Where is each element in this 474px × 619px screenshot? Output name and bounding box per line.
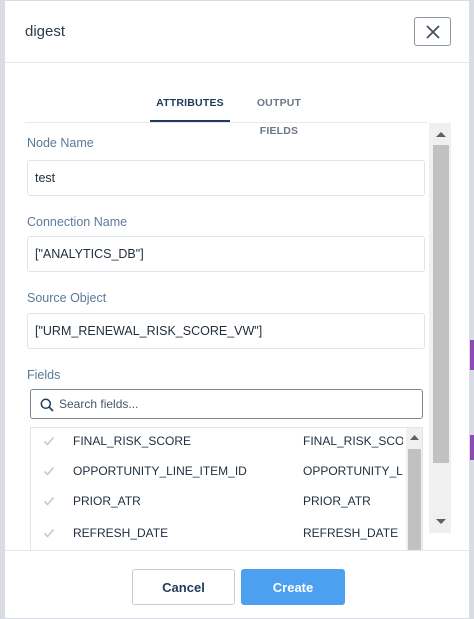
node-name-input[interactable]: test	[27, 160, 425, 196]
fields-label: Fields	[27, 368, 61, 382]
field-alias: PRIOR_ATR	[303, 494, 371, 508]
modal-footer: Cancel Create	[5, 550, 469, 619]
connection-name-input[interactable]: ["ANALYTICS_DB"]	[27, 236, 425, 272]
field-alias: FINAL_RISK_SCORE	[303, 434, 403, 448]
background-accent	[470, 340, 474, 370]
search-icon	[40, 398, 54, 412]
source-object-input[interactable]: ["URM_RENEWAL_RISK_SCORE_VW"]	[27, 313, 425, 349]
field-name: OPPORTUNITY_LINE_ITEM_ID	[73, 464, 247, 478]
check-icon[interactable]	[43, 495, 55, 507]
tab-output-fields[interactable]: OUTPUT FIELDS	[237, 89, 321, 137]
tab-bar: ATTRIBUTES OUTPUT FIELDS	[5, 89, 469, 137]
node-modal: digest ATTRIBUTES OUTPUT FIELDS Node Nam…	[4, 0, 470, 619]
background-accent	[470, 435, 474, 460]
scroll-down-arrow-icon[interactable]	[433, 516, 449, 528]
fields-search-box[interactable]	[30, 389, 423, 419]
create-button[interactable]: Create	[241, 569, 345, 605]
modal-header: digest	[5, 1, 469, 63]
form-scrollbar-thumb[interactable]	[433, 145, 449, 463]
close-icon	[425, 24, 440, 39]
form-scroll-area: Node Name test Connection Name ["ANALYTI…	[25, 123, 451, 551]
node-name-label: Node Name	[27, 136, 94, 150]
modal-title: digest	[25, 23, 66, 40]
check-icon[interactable]	[43, 465, 55, 477]
fields-search-input[interactable]	[59, 395, 409, 413]
field-name: PRIOR_ATR	[73, 494, 141, 508]
cancel-button[interactable]: Cancel	[132, 569, 235, 605]
field-row[interactable]: PRIOR_ATR PRIOR_ATR	[31, 488, 405, 518]
field-name: REFRESH_DATE	[73, 526, 169, 540]
background-edge-right	[470, 0, 474, 619]
field-row[interactable]: REFRESH_DATE REFRESH_DATE	[31, 520, 405, 550]
scroll-up-arrow-icon[interactable]	[433, 128, 449, 140]
scroll-up-arrow-icon[interactable]	[406, 430, 423, 444]
source-object-label: Source Object	[27, 291, 107, 305]
field-alias: REFRESH_DATE	[303, 526, 399, 540]
field-row[interactable]: OPPORTUNITY_LINE_ITEM_ID OPPORTUNITY_LIN…	[31, 458, 405, 488]
check-icon[interactable]	[43, 527, 55, 539]
connection-name-label: Connection Name	[27, 215, 128, 229]
fields-list: FINAL_RISK_SCORE FINAL_RISK_SCORE OPPORT…	[30, 427, 423, 551]
tab-attributes[interactable]: ATTRIBUTES	[150, 89, 230, 122]
check-icon[interactable]	[43, 435, 55, 447]
close-button[interactable]	[414, 17, 451, 46]
fields-scrollbar-thumb[interactable]	[408, 449, 421, 550]
field-row[interactable]: FINAL_RISK_SCORE FINAL_RISK_SCORE	[31, 428, 405, 458]
field-alias: OPPORTUNITY_LINE_ITEM_ID	[303, 464, 403, 478]
field-name: FINAL_RISK_SCORE	[73, 434, 192, 448]
